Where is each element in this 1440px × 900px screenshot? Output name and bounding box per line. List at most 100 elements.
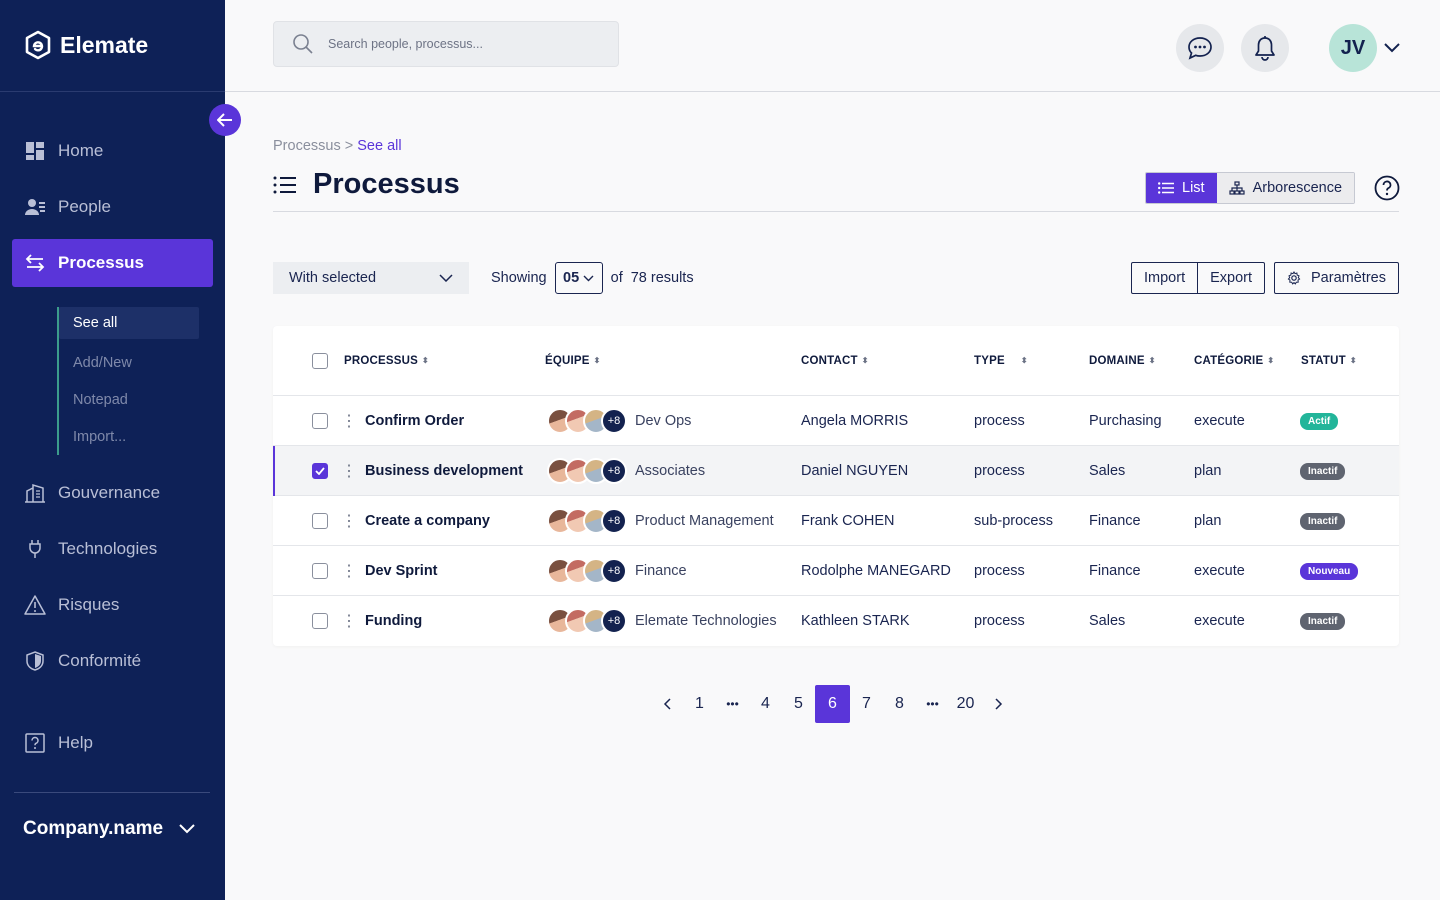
table-row[interactable]: ⋮ Confirm Order +8 Dev Ops Angela MORRIS proc…: [273, 396, 1399, 446]
brand-name: Elemate: [60, 31, 149, 58]
page-button[interactable]: 8: [883, 685, 916, 723]
table-row[interactable]: ⋮ Dev Sprint +8 Finance Rodolphe MANEGARD pro…: [273, 546, 1399, 596]
column-header-contact[interactable]: CONTACT ⬍: [801, 355, 869, 367]
team-avatars[interactable]: +8: [547, 408, 627, 434]
chevron-right-icon: [994, 698, 1002, 710]
processus-name[interactable]: Funding: [365, 613, 422, 629]
team-name: Dev Ops: [635, 413, 692, 429]
processus-name[interactable]: Dev Sprint: [365, 563, 438, 579]
prev-page-button[interactable]: [650, 685, 683, 723]
statut-cell: Inactif: [1300, 446, 1346, 496]
messages-button[interactable]: [1176, 24, 1224, 72]
subnav-import[interactable]: Import...: [59, 418, 207, 455]
brand-logo[interactable]: Elemate: [24, 30, 148, 60]
row-checkbox[interactable]: [312, 613, 328, 629]
help-icon[interactable]: [1374, 175, 1400, 201]
search-box: [273, 21, 619, 67]
arrows-icon: [25, 254, 45, 272]
row-menu-icon[interactable]: ⋮: [341, 411, 357, 431]
nav-item-help[interactable]: Help: [12, 719, 213, 767]
company-switcher[interactable]: Company.name: [23, 818, 195, 840]
team-cell: +8 Associates: [547, 446, 705, 496]
per-page-value: 05: [563, 270, 580, 286]
row-menu-icon[interactable]: ⋮: [341, 461, 357, 481]
nav-item-processus[interactable]: Processus: [12, 239, 213, 287]
page-button[interactable]: 1: [683, 685, 716, 723]
row-menu-icon[interactable]: ⋮: [341, 611, 357, 631]
team-avatars[interactable]: +8: [547, 508, 627, 534]
showing-label: Showing: [491, 270, 547, 286]
nav-item-people[interactable]: People: [12, 183, 213, 231]
column-header-equipe[interactable]: ÉQUIPE ⬍: [545, 355, 601, 367]
page-button[interactable]: 7: [850, 685, 883, 723]
statut-cell: Nouveau: [1300, 546, 1359, 596]
nav-item-gouvernance[interactable]: Gouvernance: [12, 469, 213, 517]
import-button[interactable]: Import: [1132, 263, 1197, 293]
dashboard-icon: [26, 142, 44, 160]
chevron-down-icon: [439, 274, 453, 282]
gear-icon: [1287, 271, 1301, 285]
nav-item-technologies[interactable]: Technologies: [12, 525, 213, 573]
row-checkbox[interactable]: [312, 413, 328, 429]
row-checkbox[interactable]: [312, 513, 328, 529]
statut-cell: Actif: [1300, 396, 1339, 446]
row-select-cell: [312, 396, 328, 446]
nav-item-home[interactable]: Home: [12, 127, 213, 175]
subnav-add-new[interactable]: Add/New: [59, 344, 207, 381]
nav-item-risques[interactable]: Risques: [12, 581, 213, 629]
column-header-type[interactable]: TYPE ⬍: [974, 355, 1028, 367]
list-view-button[interactable]: List: [1146, 173, 1217, 203]
search-input[interactable]: [328, 37, 588, 51]
breadcrumb-current[interactable]: See all: [357, 138, 401, 154]
team-avatars[interactable]: +8: [547, 458, 627, 484]
tree-view-button[interactable]: Arborescence: [1216, 173, 1355, 203]
subnav-notepad[interactable]: Notepad: [59, 381, 207, 418]
table-row[interactable]: ⋮ Create a company +8 Product Management Fra…: [273, 496, 1399, 546]
processus-name[interactable]: Business development: [365, 463, 523, 479]
nav-item-conformite[interactable]: Conformité: [12, 637, 213, 685]
row-checkbox[interactable]: [312, 563, 328, 579]
processus-cell: ⋮ Dev Sprint: [341, 546, 438, 596]
team-avatars[interactable]: +8: [547, 558, 627, 584]
status-badge: Actif: [1300, 412, 1339, 430]
subnav-see-all[interactable]: See all: [59, 307, 199, 339]
with-selected-label: With selected: [289, 270, 377, 286]
export-button[interactable]: Export: [1197, 263, 1264, 293]
row-menu-icon[interactable]: ⋮: [341, 561, 357, 581]
page-button[interactable]: 4: [749, 685, 782, 723]
settings-button[interactable]: Paramètres: [1274, 262, 1399, 294]
collapse-sidebar-button[interactable]: [209, 104, 241, 136]
page-button[interactable]: 20: [949, 685, 982, 723]
chevron-down-icon: [583, 275, 594, 281]
breadcrumb: Processus > See all: [273, 138, 402, 154]
team-avatars[interactable]: +8: [547, 608, 627, 634]
user-avatar[interactable]: JV: [1329, 24, 1377, 72]
table-row[interactable]: ⋮ Business development +8 Associates Daniel …: [273, 446, 1399, 496]
processus-name[interactable]: Create a company: [365, 513, 490, 529]
processus-name[interactable]: Confirm Order: [365, 413, 464, 429]
row-checkbox[interactable]: [312, 463, 328, 479]
row-menu-icon[interactable]: ⋮: [341, 511, 357, 531]
contact-cell: Frank COHEN: [801, 513, 895, 529]
view-toggle: List Arborescence: [1145, 172, 1356, 204]
nav-label: Technologies: [58, 539, 158, 558]
column-header-domaine[interactable]: DOMAINE ⬍: [1089, 355, 1156, 367]
page-button[interactable]: 5: [782, 685, 815, 723]
notifications-button[interactable]: [1241, 24, 1289, 72]
per-page-select[interactable]: 05: [554, 262, 603, 294]
with-selected-dropdown[interactable]: With selected: [273, 262, 469, 294]
column-header-processus[interactable]: PROCESSUS ⬍: [344, 355, 429, 367]
chevron-down-icon[interactable]: [1383, 38, 1401, 58]
breadcrumb-parent[interactable]: Processus: [273, 138, 341, 154]
processus-cell: ⋮ Business development: [341, 446, 523, 496]
processus-cell: ⋮ Create a company: [341, 496, 490, 546]
breadcrumb-separator: >: [344, 138, 354, 154]
select-all-checkbox[interactable]: [312, 353, 328, 369]
elemate-logo-icon: [25, 30, 51, 60]
next-page-button[interactable]: [982, 685, 1015, 723]
column-header-categorie[interactable]: CATÉGORIE ⬍: [1194, 355, 1274, 367]
column-header-statut[interactable]: STATUT ⬍: [1301, 355, 1357, 367]
status-badge: Inactif: [1300, 462, 1346, 480]
page-button[interactable]: 6: [815, 685, 850, 723]
table-row[interactable]: ⋮ Funding +8 Elemate Technologies Kathleen S…: [273, 596, 1399, 646]
